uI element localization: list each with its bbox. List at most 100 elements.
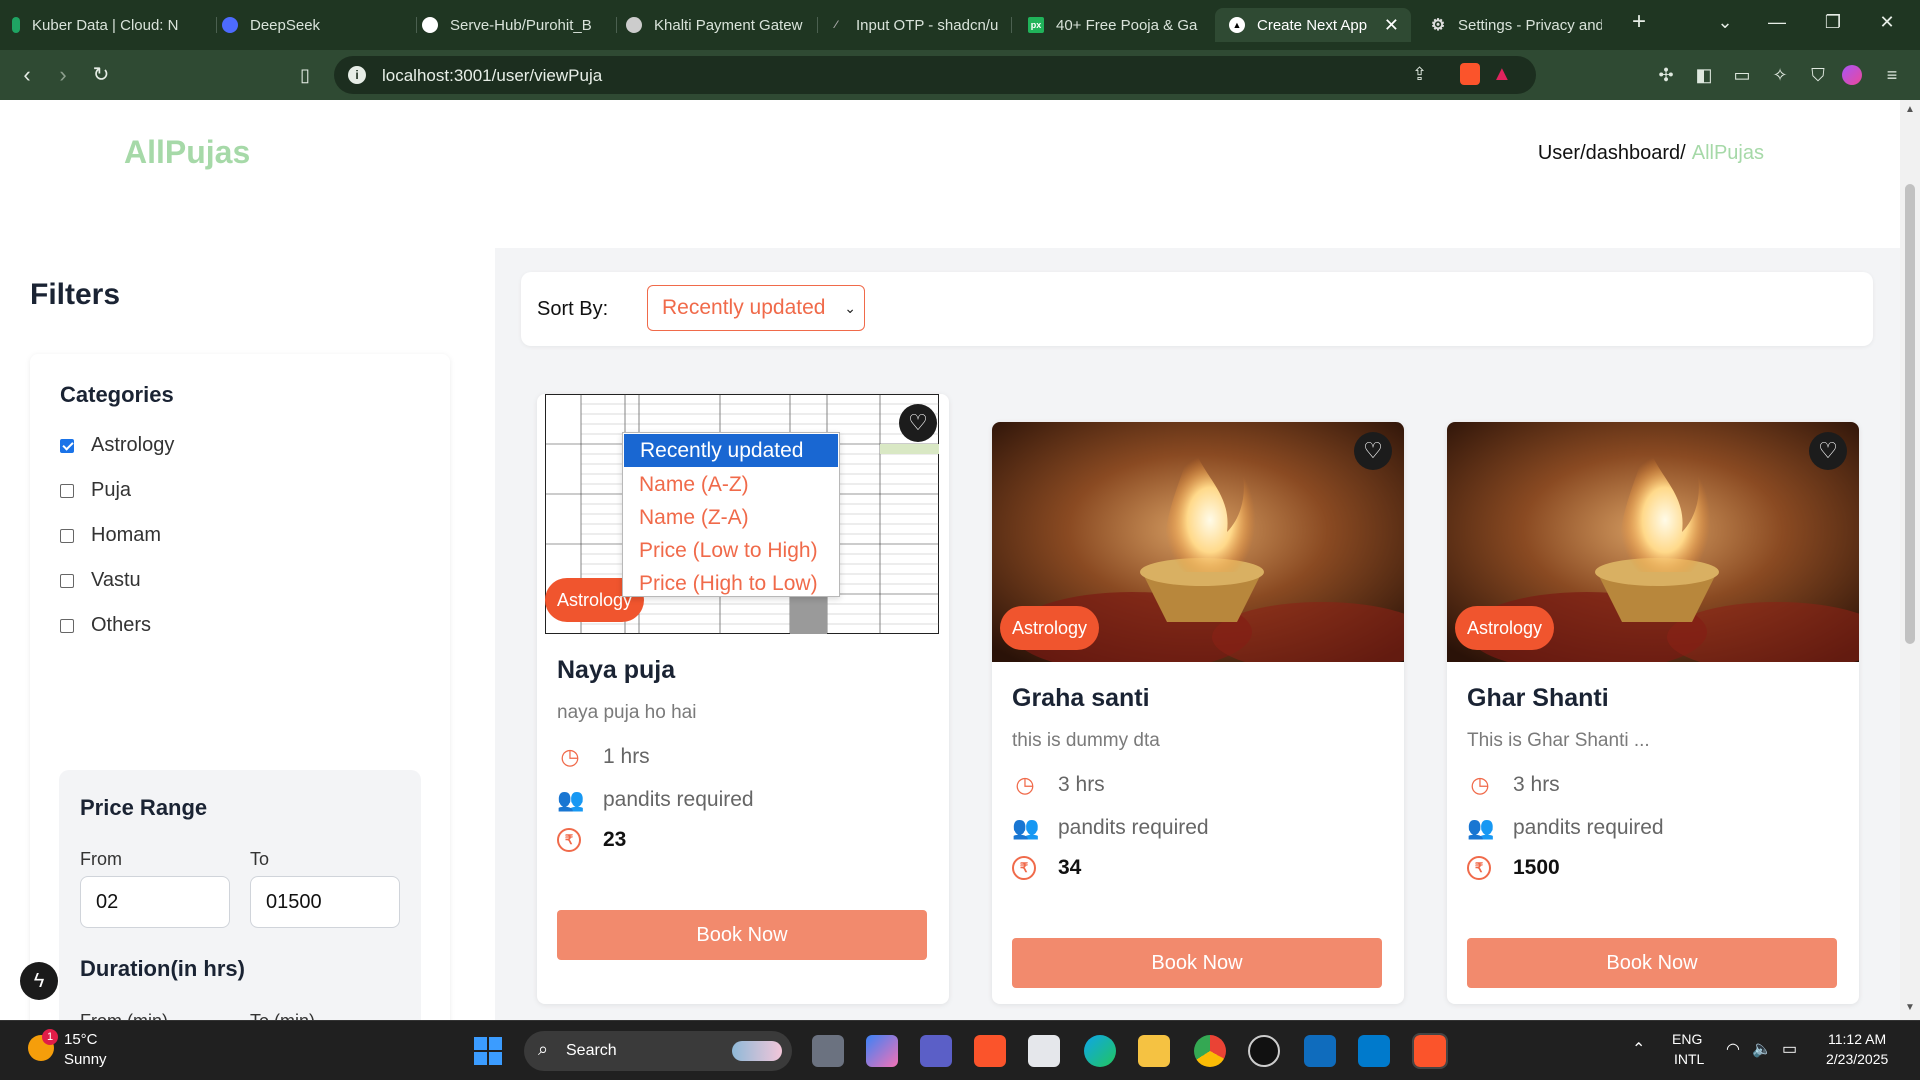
category-others[interactable]: Others <box>60 614 151 637</box>
category-checkbox[interactable] <box>60 618 74 633</box>
weather-desc[interactable]: Sunny <box>64 1051 107 1068</box>
favorite-heart-icon[interactable]: ♡ <box>1809 432 1847 470</box>
book-now-button[interactable]: Book Now <box>1012 938 1382 988</box>
tab-create-next-app[interactable]: ▲ Create Next App ✕ <box>1215 8 1411 42</box>
sort-option-name-desc[interactable]: Name (Z-A) <box>623 501 839 534</box>
language-code[interactable]: ENG <box>1672 1031 1702 1047</box>
vscode-icon[interactable] <box>1358 1035 1390 1067</box>
windows-taskbar: 1 15°C Sunny ⌕ Search ⌃ ENG INTL ◠ 🔈 ▭ 1… <box>0 1020 1920 1080</box>
sort-option-price-desc[interactable]: Price (High to Low) <box>623 567 839 600</box>
profile-avatar[interactable] <box>1842 65 1862 85</box>
scroll-down-icon[interactable]: ▼ <box>1905 1002 1915 1013</box>
store-icon[interactable] <box>1028 1035 1060 1067</box>
weather-temp[interactable]: 15°C <box>64 1031 98 1048</box>
menu-icon[interactable]: ≡ <box>1880 63 1904 87</box>
tab-settings[interactable]: ⚙ Settings - Privacy and <box>1430 8 1602 42</box>
restore-icon[interactable]: ❐ <box>1818 12 1848 33</box>
favorite-heart-icon[interactable]: ♡ <box>899 404 937 442</box>
extensions-icon[interactable]: ✣ <box>1654 63 1678 87</box>
favorite-heart-icon[interactable]: ♡ <box>1354 432 1392 470</box>
sort-option-price-asc[interactable]: Price (Low to High) <box>623 534 839 567</box>
language-layout[interactable]: INTL <box>1674 1051 1704 1067</box>
breadcrumb-base[interactable]: User/dashboard/ <box>1538 142 1686 164</box>
price-to-input[interactable]: 01500 <box>250 876 400 928</box>
category-checkbox[interactable] <box>60 483 74 498</box>
book-now-button[interactable]: Book Now <box>557 910 927 960</box>
close-tab-icon[interactable]: ✕ <box>1384 15 1399 36</box>
close-window-icon[interactable]: ✕ <box>1872 12 1902 33</box>
task-view-icon[interactable] <box>812 1035 844 1067</box>
quick-action-bolt-icon[interactable]: ϟ <box>20 962 58 1000</box>
users-icon: 👥 <box>1467 815 1495 840</box>
reload-icon[interactable]: ↻ <box>88 62 114 88</box>
brave-shields-icon[interactable] <box>1460 63 1480 85</box>
new-tab-icon[interactable]: + <box>1624 8 1654 36</box>
category-homam[interactable]: Homam <box>60 524 161 547</box>
volume-icon[interactable]: 🔈 <box>1752 1039 1772 1059</box>
site-info-icon[interactable]: i <box>348 66 366 84</box>
chrome-icon[interactable] <box>1194 1035 1226 1067</box>
category-astrology[interactable]: Astrology <box>60 434 174 457</box>
category-checkbox[interactable] <box>60 528 74 543</box>
tray-chevron-up-icon[interactable]: ⌃ <box>1632 1039 1645 1059</box>
forward-icon[interactable]: › <box>50 62 76 88</box>
page-scrollbar[interactable]: ▲ ▼ <box>1900 100 1920 1020</box>
book-now-button[interactable]: Book Now <box>1467 938 1837 988</box>
url-text[interactable]: localhost:3001/user/viewPuja <box>382 66 602 86</box>
tab-label: Serve-Hub/Purohit_B <box>450 16 592 34</box>
taskbar-search[interactable]: ⌕ Search <box>524 1031 792 1071</box>
price-from-input[interactable]: 02 <box>80 876 230 928</box>
sort-option-name-asc[interactable]: Name (A-Z) <box>623 468 839 501</box>
scrollbar-thumb[interactable] <box>1905 184 1915 644</box>
tab-label: Khalti Payment Gatew <box>654 16 803 34</box>
clock-time[interactable]: 11:12 AM <box>1828 1031 1886 1047</box>
gear-icon: ⚙ <box>1430 17 1446 34</box>
bookmark-icon[interactable]: ▯ <box>292 62 318 88</box>
tab-search-chevron-icon[interactable]: ⌄ <box>1710 12 1740 33</box>
copilot-icon[interactable] <box>866 1035 898 1067</box>
tab-deepseek[interactable]: DeepSeek <box>222 8 417 42</box>
brave-icon[interactable] <box>974 1035 1006 1067</box>
brave-active-icon[interactable] <box>1412 1033 1448 1069</box>
tab-shadcn[interactable]: ⁄ Input OTP - shadcn/u <box>828 8 1012 42</box>
address-bar[interactable]: i localhost:3001/user/viewPuja ⇪ ▲ <box>334 56 1536 94</box>
tab-github[interactable]: Serve-Hub/Purohit_B <box>422 8 617 42</box>
share-icon[interactable]: ⇪ <box>1412 64 1427 85</box>
sort-bar: Sort By: Recently updated ⌄ <box>521 272 1873 346</box>
scroll-up-icon[interactable]: ▲ <box>1905 104 1915 115</box>
category-checkbox[interactable] <box>60 573 74 588</box>
outlook-icon[interactable] <box>1304 1035 1336 1067</box>
duration-from-label: From (min) <box>80 1011 168 1020</box>
category-checkbox[interactable] <box>60 438 74 453</box>
category-puja[interactable]: Puja <box>60 479 131 502</box>
sort-select[interactable]: Recently updated ⌄ <box>647 285 865 331</box>
card-price: ₹34 <box>1012 856 1081 880</box>
clock-date[interactable]: 2/23/2025 <box>1826 1051 1888 1067</box>
tab-pooja[interactable]: px 40+ Free Pooja & Ga <box>1028 8 1214 42</box>
sidebar-icon[interactable]: ◧ <box>1692 63 1716 87</box>
edge-icon[interactable] <box>1084 1035 1116 1067</box>
windows-start-icon[interactable] <box>474 1037 502 1065</box>
teams-icon[interactable] <box>920 1035 952 1067</box>
battery-icon[interactable]: ▭ <box>1782 1039 1797 1059</box>
category-badge: Astrology <box>1000 606 1100 650</box>
vpn-shield-icon[interactable]: ⛉ <box>1806 63 1830 87</box>
brave-rewards-icon[interactable]: ▲ <box>1492 63 1512 86</box>
wifi-icon[interactable]: ◠ <box>1726 1039 1740 1059</box>
card-description: this is dummy dta <box>1012 730 1160 751</box>
pandits-text: pandits required <box>1058 816 1209 839</box>
duration-text: 3 hrs <box>1058 773 1105 796</box>
tab-kuber-data[interactable]: Kuber Data | Cloud: N <box>12 8 217 42</box>
back-icon[interactable]: ‹ <box>14 62 40 88</box>
minimize-icon[interactable]: — <box>1762 12 1792 33</box>
sort-option-recently-updated[interactable]: Recently updated <box>624 434 838 467</box>
category-vastu[interactable]: Vastu <box>60 569 141 592</box>
tab-khalti[interactable]: Khalti Payment Gatew <box>626 8 818 42</box>
kuber-favicon-icon <box>12 17 20 33</box>
leo-ai-icon[interactable]: ✧ <box>1768 63 1792 87</box>
dell-icon[interactable] <box>1248 1035 1280 1067</box>
card-title: Naya puja <box>557 656 676 684</box>
tab-label: Settings - Privacy and <box>1458 16 1602 34</box>
wallet-icon[interactable]: ▭ <box>1730 63 1754 87</box>
file-explorer-icon[interactable] <box>1138 1035 1170 1067</box>
